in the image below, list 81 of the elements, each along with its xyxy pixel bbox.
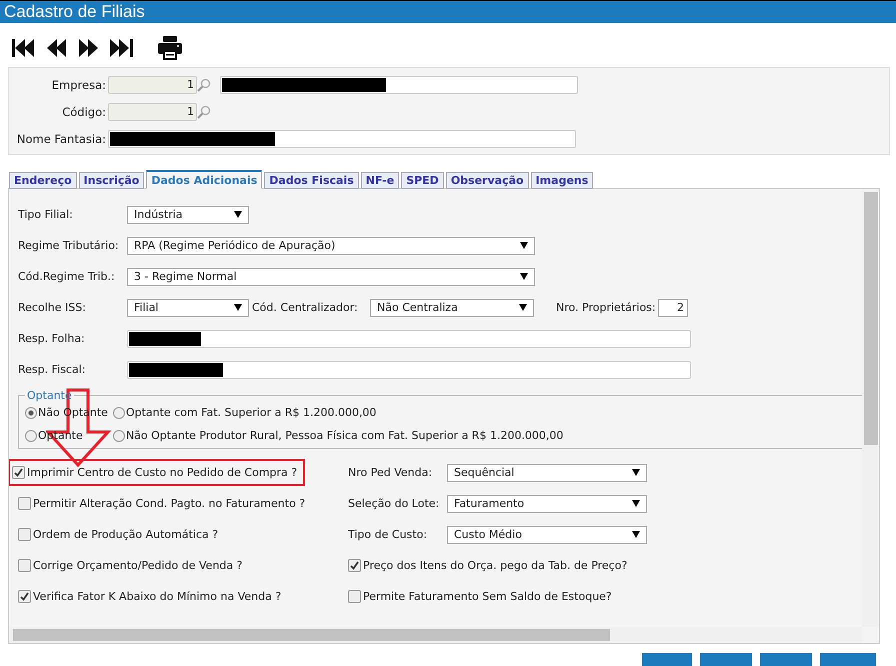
- field-label: Resp. Fiscal:: [18, 363, 86, 376]
- checkbox[interactable]: [18, 497, 31, 510]
- navigation-button[interactable]: [77, 38, 99, 58]
- last-record-icon: [108, 38, 134, 58]
- checkbox[interactable]: [348, 559, 361, 572]
- redaction-bar: [129, 332, 201, 346]
- first-record-icon: [11, 38, 37, 58]
- navigation-button[interactable]: [108, 38, 134, 58]
- print-button[interactable]: [157, 35, 183, 61]
- caret-icon: [519, 304, 527, 311]
- checkbox-option[interactable]: Verifica Fator K Abaixo do Mínimo na Venda ?: [18, 590, 282, 603]
- tab[interactable]: Dados Fiscais: [264, 172, 359, 189]
- tab[interactable]: Endereço: [9, 172, 77, 189]
- field-label: Cód.Regime Trib.:: [18, 270, 116, 283]
- checkbox[interactable]: [18, 559, 31, 572]
- radio-icon[interactable]: [25, 406, 37, 418]
- checkbox-option[interactable]: Permite Faturamento Sem Saldo de Estoque?: [348, 590, 612, 603]
- printer-icon: [157, 35, 183, 61]
- caret-icon: [632, 531, 640, 538]
- navigation-button[interactable]: [46, 38, 68, 58]
- option-select[interactable]: Sequêncial: [447, 464, 647, 482]
- field-label: Empresa:: [50, 78, 107, 92]
- tab[interactable]: Observação: [446, 172, 529, 189]
- checkbox-option[interactable]: Permitir Alteração Cond. Pagto. no Faturamento ?: [18, 497, 306, 510]
- radio-icon[interactable]: [25, 430, 37, 442]
- window-title: Cadastro de Filiais: [0, 0, 896, 23]
- field-label: Nro Ped Venda:: [348, 466, 434, 479]
- caret-icon: [234, 304, 242, 311]
- input-field[interactable]: 2: [658, 298, 688, 316]
- field-label: Tipo Filial:: [18, 208, 74, 221]
- caret-icon: [234, 211, 242, 218]
- field-label: Resp. Folha:: [18, 332, 86, 345]
- vertical-scrollbar[interactable]: [862, 189, 879, 627]
- checkbox-option[interactable]: Preço dos Itens do Orça. pego da Tab. de Preço?: [348, 559, 628, 572]
- tab[interactable]: Inscrição: [78, 172, 144, 189]
- iss-select[interactable]: Filial: [127, 298, 249, 316]
- checkbox-option[interactable]: Ordem de Produção Automática ?: [18, 528, 218, 541]
- tab[interactable]: Imagens: [530, 172, 594, 189]
- field-label: Seleção do Lote:: [348, 497, 440, 510]
- horizontal-scrollbar[interactable]: [9, 627, 862, 643]
- input-field[interactable]: [127, 330, 691, 348]
- centralizer-select[interactable]: Não Centraliza: [370, 298, 534, 316]
- caret-icon: [520, 273, 528, 280]
- input-field[interactable]: [108, 130, 576, 148]
- checkbox-option[interactable]: Imprimir Centro de Custo no Pedido de Compra ?: [10, 461, 304, 484]
- radio-icon[interactable]: [112, 406, 125, 418]
- previous-record-icon: [46, 38, 68, 58]
- radio-icon[interactable]: [112, 430, 125, 442]
- field-label: Código:: [61, 105, 107, 119]
- input-field[interactable]: [127, 360, 691, 378]
- radio-option[interactable]: Não Optante Produtor Rural, Pessoa Física com Fat. Superior a R$ 1.200.000,00: [112, 429, 858, 442]
- next-record-icon: [77, 38, 99, 58]
- tab[interactable]: Dados Adicionais: [146, 170, 262, 189]
- tab[interactable]: SPED: [401, 172, 444, 189]
- checkbox-option[interactable]: Corrige Orçamento/Pedido de Venda ?: [18, 559, 242, 572]
- caret-icon: [520, 242, 528, 249]
- input-field[interactable]: [220, 76, 578, 94]
- search-icon[interactable]: [197, 105, 211, 119]
- search-icon[interactable]: [197, 78, 211, 92]
- option-select[interactable]: Faturamento: [447, 494, 647, 512]
- input-field[interactable]: 1: [108, 103, 197, 121]
- field-label: Nro. Proprietários:: [555, 301, 657, 314]
- checkbox[interactable]: [18, 528, 31, 541]
- checkbox[interactable]: [12, 466, 25, 479]
- code-select[interactable]: 3 - Regime Normal: [127, 268, 535, 286]
- tab[interactable]: NF-e: [360, 172, 400, 189]
- checkbox[interactable]: [18, 590, 31, 603]
- radio-option[interactable]: Optante com Fat. Superior a R$ 1.200.000,00: [112, 406, 858, 419]
- field-label: Tipo de Custo:: [348, 528, 428, 541]
- option-select[interactable]: Custo Médio: [447, 526, 647, 544]
- checkbox[interactable]: [348, 590, 361, 603]
- caret-icon: [632, 500, 640, 507]
- regime-select[interactable]: RPA (Regime Periódico de Apuração): [127, 236, 535, 254]
- field-label: Recolhe ISS:: [18, 301, 87, 314]
- field-label: Nome Fantasia:: [16, 132, 107, 146]
- field-label: Cód. Centralizador:: [251, 301, 359, 314]
- field-label: Regime Tributário:: [18, 239, 120, 252]
- caret-icon: [632, 469, 640, 476]
- type-select[interactable]: Indústria: [127, 206, 249, 224]
- input-field[interactable]: 1: [108, 76, 197, 94]
- navigation-button[interactable]: [11, 38, 37, 58]
